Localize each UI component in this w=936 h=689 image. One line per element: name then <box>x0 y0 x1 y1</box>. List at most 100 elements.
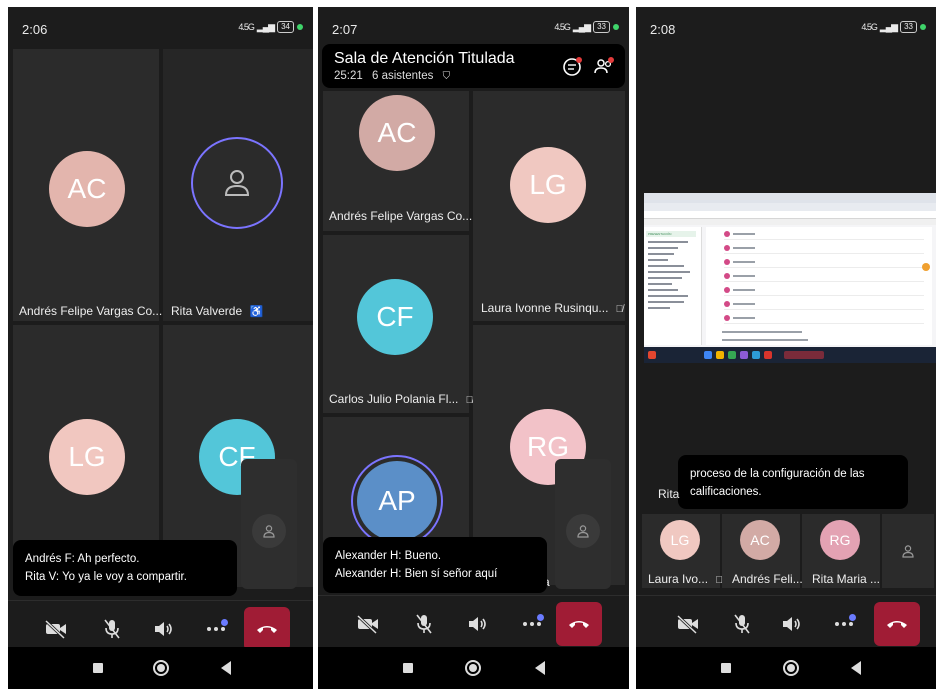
shared-windows-taskbar <box>644 347 936 363</box>
back-button[interactable] <box>216 658 236 678</box>
speaker-button[interactable] <box>774 606 810 642</box>
end-call-icon <box>887 621 907 628</box>
phone-screen-1: 2:06 4.5G ▂▄▆ 34 AC Andrés Felipe Vargas… <box>8 7 313 689</box>
shared-bookmarks-bar <box>644 219 936 225</box>
shared-main-content <box>706 227 932 345</box>
call-toolbar <box>636 595 936 651</box>
notification-badge <box>537 614 544 621</box>
end-call-icon <box>569 621 589 628</box>
shared-app-icon <box>740 351 748 359</box>
speaker-icon <box>469 617 486 631</box>
more-icon <box>207 627 225 631</box>
self-view-pip[interactable] <box>555 459 611 589</box>
more-icon <box>835 622 853 626</box>
participant-thumbnail[interactable]: LG Laura Ivo... 🎙̸ <box>642 514 723 588</box>
end-call-button[interactable] <box>244 607 290 651</box>
android-nav-bar <box>318 647 629 689</box>
shared-row <box>724 315 924 324</box>
shared-sidebar-line <box>648 271 690 273</box>
participant-name: Carlos Julio Polania Fl... <box>329 392 459 406</box>
participant-name: Andrés Felipe Vargas Co... <box>329 209 473 223</box>
captions-box: proceso de la configuración de las calif… <box>678 455 908 509</box>
more-options-button[interactable] <box>198 611 234 647</box>
shared-app-icon <box>704 351 712 359</box>
mic-toggle-button[interactable] <box>94 611 130 647</box>
back-button[interactable] <box>530 658 550 678</box>
notification-badge <box>221 619 228 626</box>
participant-name: Rita Valverde <box>171 304 243 318</box>
shared-app-icon <box>716 351 724 359</box>
avatar: AC <box>49 151 125 227</box>
speaker-button[interactable] <box>460 606 496 642</box>
participant-name-row: Rita Valverde ♿ <box>171 304 263 318</box>
more-options-button[interactable] <box>514 606 550 642</box>
participants-button[interactable] <box>593 56 615 78</box>
participant-name: Andrés Feli... <box>732 572 803 586</box>
participant-name-row: Laura Ivonne Rusinqu... 🎙̸ <box>481 301 623 315</box>
participant-name: Laura Ivonne Rusinqu... <box>481 301 609 315</box>
camera-off-icon <box>356 614 378 634</box>
recents-button[interactable] <box>716 658 736 678</box>
accessibility-icon: ♿ <box>249 306 264 318</box>
network-label: 4.5G <box>238 22 254 32</box>
camera-toggle-button[interactable] <box>38 611 74 647</box>
more-options-button[interactable] <box>826 606 862 642</box>
shared-sidebar-line <box>648 301 684 303</box>
shared-sidebar-line <box>648 247 678 249</box>
recents-button[interactable] <box>398 658 418 678</box>
participant-tile[interactable]: CF Carlos Julio Polania Fl... 🎙̸ <box>323 235 473 413</box>
avatar <box>191 137 283 229</box>
privacy-dot-icon <box>297 24 303 30</box>
camera-toggle-button[interactable] <box>350 606 386 642</box>
shared-row <box>724 231 924 240</box>
room-title: Sala de Atención Titulada <box>334 50 515 67</box>
participant-tile[interactable]: LG Laura Ivonne Rusinqu... 🎙̸ <box>473 91 625 321</box>
speaker-icon <box>155 622 172 636</box>
end-call-button[interactable] <box>556 602 602 646</box>
shared-sidebar-line <box>648 277 682 279</box>
call-meta: 25:21 6 asistentes ⛉ <box>334 70 450 82</box>
status-bar: 2:08 4.5G ▂▄▆ 33 <box>636 7 936 47</box>
home-button[interactable] <box>151 658 171 678</box>
participant-tile[interactable]: AC Andrés Felipe Vargas Co... <box>323 91 473 231</box>
home-button[interactable] <box>781 658 801 678</box>
caption-line: Alexander H: Bueno. <box>335 550 442 562</box>
home-button[interactable] <box>463 658 483 678</box>
shared-sidebar-line <box>648 265 684 267</box>
end-call-button[interactable] <box>874 602 920 646</box>
phone-screen-3: 2:08 4.5G ▂▄▆ 33 PRESENTACIÓN proceso de… <box>636 7 936 689</box>
shared-row <box>724 259 924 268</box>
mic-off-icon <box>734 614 750 634</box>
avatar: CF <box>357 279 433 355</box>
shared-chat-bubble <box>922 263 930 271</box>
participant-thumbnail[interactable]: AC Andrés Feli... <box>722 514 803 588</box>
mic-toggle-button[interactable] <box>724 606 760 642</box>
camera-off-icon <box>44 619 66 639</box>
screen-share-view[interactable]: PRESENTACIÓN <box>644 193 936 363</box>
participant-tile[interactable]: Rita Valverde ♿ <box>163 49 313 321</box>
camera-toggle-button[interactable] <box>670 606 706 642</box>
participant-name-row: Laura Ivo... 🎙̸ <box>648 572 723 586</box>
chat-button[interactable] <box>561 56 583 78</box>
speaker-button[interactable] <box>146 611 182 647</box>
back-nav-icon <box>221 661 231 675</box>
status-icons: 4.5G ▂▄▆ 34 <box>238 21 303 33</box>
status-icons: 4.5G ▂▄▆ 33 <box>861 21 926 33</box>
avatar: LG <box>660 520 700 560</box>
participant-tile[interactable]: AC Andrés Felipe Vargas Co... <box>13 49 162 321</box>
back-button[interactable] <box>846 658 866 678</box>
phone-screen-2: 2:07 4.5G ▂▄▆ 33 AC Andrés Felipe Vargas… <box>318 7 629 689</box>
caption-line: Alexander H: Bien sí señor aquí <box>335 568 498 580</box>
self-view-pip[interactable] <box>241 459 297 589</box>
participant-thumbnail[interactable]: RG Rita Maria ... <box>802 514 880 588</box>
shared-sidebar-line <box>648 307 670 309</box>
status-time: 2:08 <box>650 22 676 37</box>
shared-row <box>724 245 924 254</box>
mic-toggle-button[interactable] <box>406 606 442 642</box>
recents-button[interactable] <box>88 658 108 678</box>
shared-sidebar-line <box>648 295 688 297</box>
shared-window-titlebar <box>644 193 936 203</box>
self-thumbnail[interactable] <box>882 514 934 588</box>
chat-icon <box>563 57 582 76</box>
shared-row <box>724 273 924 282</box>
